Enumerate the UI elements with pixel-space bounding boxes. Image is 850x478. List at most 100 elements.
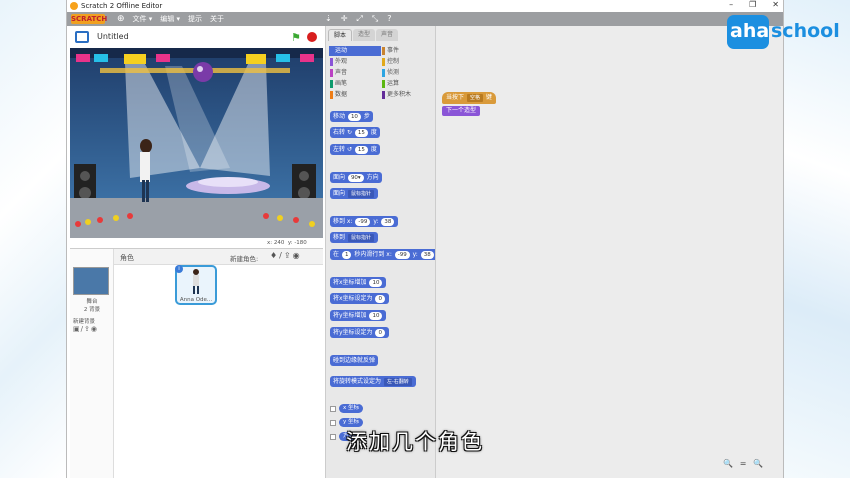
- checkbox-y-position[interactable]: [330, 420, 336, 426]
- block-turn-right[interactable]: 右转 ↻ 15 度: [330, 127, 380, 138]
- sprite-upload-icon[interactable]: ⇪: [284, 251, 293, 260]
- block-dropdown[interactable]: 鼠标指针: [347, 190, 374, 198]
- block-point-towards[interactable]: 面向 鼠标指针: [330, 188, 378, 199]
- rotate-ccw-icon: ↺: [346, 146, 352, 153]
- block-dropdown[interactable]: 左-右翻转: [383, 378, 412, 386]
- backdrop-library-icon[interactable]: ▣: [73, 325, 81, 333]
- checkbox-direction[interactable]: [330, 434, 336, 440]
- block-input[interactable]: -99: [355, 218, 371, 226]
- block-input[interactable]: 10: [369, 279, 383, 287]
- video-subtitle: 添加几个角色: [346, 430, 484, 454]
- category-sound[interactable]: 声音: [329, 68, 381, 78]
- block-next-costume[interactable]: 下一个造型: [442, 106, 481, 116]
- project-title-field[interactable]: Untitled: [97, 30, 257, 44]
- block-input[interactable]: 15: [354, 146, 368, 154]
- sprites-label: 角色: [120, 254, 134, 262]
- stop-sign-icon[interactable]: [307, 32, 317, 42]
- menu-file[interactable]: 文件 ▾: [133, 14, 153, 24]
- category-more-blocks[interactable]: 更多积木: [381, 90, 433, 100]
- block-input[interactable]: 38: [381, 218, 395, 226]
- block-text: 移动: [333, 113, 346, 120]
- category-data[interactable]: 数据: [329, 90, 381, 100]
- block-turn-left[interactable]: 左转 ↺ 15 度: [330, 144, 380, 155]
- block-change-x[interactable]: 将x坐标增加 10: [330, 277, 387, 288]
- block-input[interactable]: -99: [394, 251, 410, 259]
- block-text: 将y坐标设定为: [333, 329, 373, 336]
- block-point-direction[interactable]: 面向 90▾ 方向: [330, 172, 382, 183]
- minimize-button[interactable]: –: [729, 0, 733, 9]
- zoom-controls[interactable]: 🔍 = 🔍: [723, 459, 765, 468]
- shrink-tool-icon[interactable]: ⤡: [372, 14, 378, 24]
- new-backdrop-tools[interactable]: ▣/⇪◉: [73, 325, 98, 333]
- block-text: y:: [412, 251, 418, 258]
- menu-bar: SCRATCH ⊕ 文件 ▾ 编辑 ▾ 提示 关于 ⇣ ✛ ⤢ ⤡ ?: [67, 12, 783, 26]
- category-looks[interactable]: 外观: [329, 57, 381, 67]
- menu-edit[interactable]: 编辑 ▾: [160, 14, 180, 24]
- fullscreen-icon[interactable]: [75, 31, 89, 43]
- mouse-coordinates: x: 240 y: -180: [267, 240, 307, 246]
- category-pen[interactable]: 画笔: [329, 79, 381, 89]
- stage-canvas[interactable]: [70, 48, 323, 238]
- menu-tips[interactable]: 提示: [188, 14, 202, 24]
- sprite-name: Anna Ode...: [179, 297, 213, 303]
- block-input[interactable]: 0: [375, 295, 385, 303]
- block-bounce-edge[interactable]: 碰到边缘就反弹: [330, 355, 379, 366]
- block-goto-xy[interactable]: 移到 x: -99 y: 38: [330, 216, 399, 227]
- category-control[interactable]: 控制: [381, 57, 433, 67]
- backdrop-upload-icon[interactable]: ⇪: [84, 325, 91, 333]
- close-button[interactable]: ✕: [772, 0, 779, 9]
- delete-tool-icon[interactable]: ✛: [341, 14, 348, 24]
- category-events[interactable]: 事件: [381, 46, 433, 56]
- duplicate-tool-icon[interactable]: ⇣: [325, 14, 332, 24]
- category-motion[interactable]: 运动: [329, 46, 381, 56]
- sprite-camera-icon[interactable]: ◉: [293, 251, 302, 260]
- block-input[interactable]: 38: [420, 251, 434, 259]
- grow-tool-icon[interactable]: ⤢: [356, 14, 362, 24]
- tab-costumes[interactable]: 造型: [353, 29, 376, 41]
- block-input[interactable]: 15: [354, 129, 368, 137]
- block-goto[interactable]: 移到 鼠标指针: [330, 232, 378, 243]
- maximize-button[interactable]: ❐: [749, 0, 756, 9]
- block-text: 在: [333, 251, 340, 258]
- new-sprite-label: 新建角色:: [230, 255, 259, 263]
- block-dropdown[interactable]: 鼠标指针: [347, 234, 374, 242]
- tab-sounds[interactable]: 声音: [376, 29, 399, 41]
- block-categories: 运动 事件 外观 控制 声音 侦测 画笔 运算 数据 更多积木: [329, 46, 435, 100]
- reporter-x-position[interactable]: x 坐标: [339, 404, 364, 413]
- watermark-school: school: [771, 20, 840, 42]
- stage-thumbnail[interactable]: [73, 267, 109, 295]
- block-text: 将y坐标增加: [333, 312, 367, 319]
- tab-scripts[interactable]: 脚本: [328, 29, 353, 41]
- sprite-info-icon[interactable]: i: [175, 265, 183, 273]
- checkbox-x-position[interactable]: [330, 406, 336, 412]
- title-bar: Scratch 2 Offline Editor – ❐ ✕: [67, 0, 783, 12]
- block-input[interactable]: 0: [375, 329, 385, 337]
- menu-about[interactable]: 关于: [210, 14, 224, 24]
- block-set-y[interactable]: 将y坐标设定为 0: [330, 327, 389, 338]
- block-input[interactable]: 10: [347, 113, 361, 121]
- stage-column: 舞台 2 背景 新建背景 ▣/⇪◉: [70, 249, 114, 478]
- key-dropdown[interactable]: 空格: [466, 94, 483, 102]
- block-move-steps[interactable]: 移动 10 步: [330, 111, 373, 122]
- block-glide[interactable]: 在 1 秒内滑行到 x: -99 y: 38: [330, 249, 438, 260]
- script-area[interactable]: 当按下 空格 键 下一个造型 🔍 = 🔍: [435, 26, 783, 478]
- block-input[interactable]: 1: [341, 251, 352, 259]
- sprite-library-icon[interactable]: ♦: [270, 251, 279, 260]
- language-globe-icon[interactable]: ⊕: [117, 14, 125, 24]
- rotate-cw-icon: ↻: [346, 129, 352, 136]
- sprite-thumbnail[interactable]: i Anna Ode...: [175, 265, 217, 305]
- help-tool-icon[interactable]: ?: [387, 14, 391, 24]
- category-sensing[interactable]: 侦测: [381, 68, 433, 78]
- stage-backdrop-illustration: [70, 48, 323, 238]
- block-text: 秒内滑行到 x:: [354, 251, 392, 258]
- block-change-y[interactable]: 将y坐标增加 10: [330, 310, 387, 321]
- category-operators[interactable]: 运算: [381, 79, 433, 89]
- backdrop-camera-icon[interactable]: ◉: [91, 325, 98, 333]
- hat-when-key-pressed[interactable]: 当按下 空格 键: [442, 92, 496, 104]
- block-input[interactable]: 10: [369, 312, 383, 320]
- green-flag-icon[interactable]: ⚑: [291, 31, 301, 44]
- block-set-x[interactable]: 将x坐标设定为 0: [330, 293, 389, 304]
- editor-tabs: 脚本 造型 声音: [328, 29, 399, 41]
- block-rotation-style[interactable]: 将旋转模式设定为 左-右翻转: [330, 376, 416, 387]
- block-input[interactable]: 90▾: [347, 174, 364, 182]
